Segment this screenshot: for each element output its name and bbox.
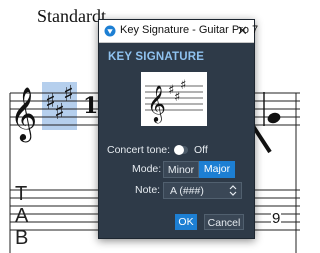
score-window: 𝄞 ♯ ♯ ♯ 1 Standardt T A B 9 Key Signatur… [0,0,300,253]
cancel-button[interactable]: Cancel [204,214,244,230]
concert-tone-label: Concert tone: [107,144,171,156]
key-signature-dialog: Key Signature - Guitar Pro 7 ✕ KEY SIGNA… [98,19,258,239]
dialog-titlebar[interactable]: Key Signature - Guitar Pro 7 ✕ [99,20,258,43]
toggle-knob [174,145,184,155]
svg-text:♯: ♯ [180,78,186,93]
concert-tone-state: Off [194,144,208,156]
dialog-heading: KEY SIGNATURE [108,51,205,63]
tab-letter-b: B [15,227,29,249]
svg-text:♯: ♯ [63,82,74,107]
preview-sharps: ♯ ♯ ♯ [168,78,186,105]
note-label: Note: [135,184,161,196]
key-preview: 𝄞 ♯ ♯ ♯ [141,72,207,126]
tab-letter-t: T [15,183,28,205]
treble-clef-icon: 𝄞 [10,86,37,142]
mode-major-button[interactable]: Major [199,161,235,178]
guitar-pro-icon [104,25,116,37]
tab-letter-a: A [15,205,29,227]
close-icon: ✕ [237,23,248,38]
mode-minor-button[interactable]: Minor [163,161,199,178]
key-preview-staff: 𝄞 ♯ ♯ ♯ [145,78,203,123]
score-title: Standardt [37,6,106,26]
tab-clef: T A B [15,183,35,249]
close-button[interactable]: ✕ [235,23,250,38]
time-signature-fragment: 1 [83,93,98,119]
note-select[interactable]: A (###) [163,182,242,199]
updown-chevron-icon [229,185,237,196]
ok-button[interactable]: OK [175,214,197,230]
note-value: A (###) [170,185,204,197]
concert-tone-toggle[interactable] [174,145,188,155]
tab-fret-number: 9 [271,210,282,227]
mode-label: Mode: [132,163,162,175]
preview-treble-clef-icon: 𝄞 [147,84,166,123]
